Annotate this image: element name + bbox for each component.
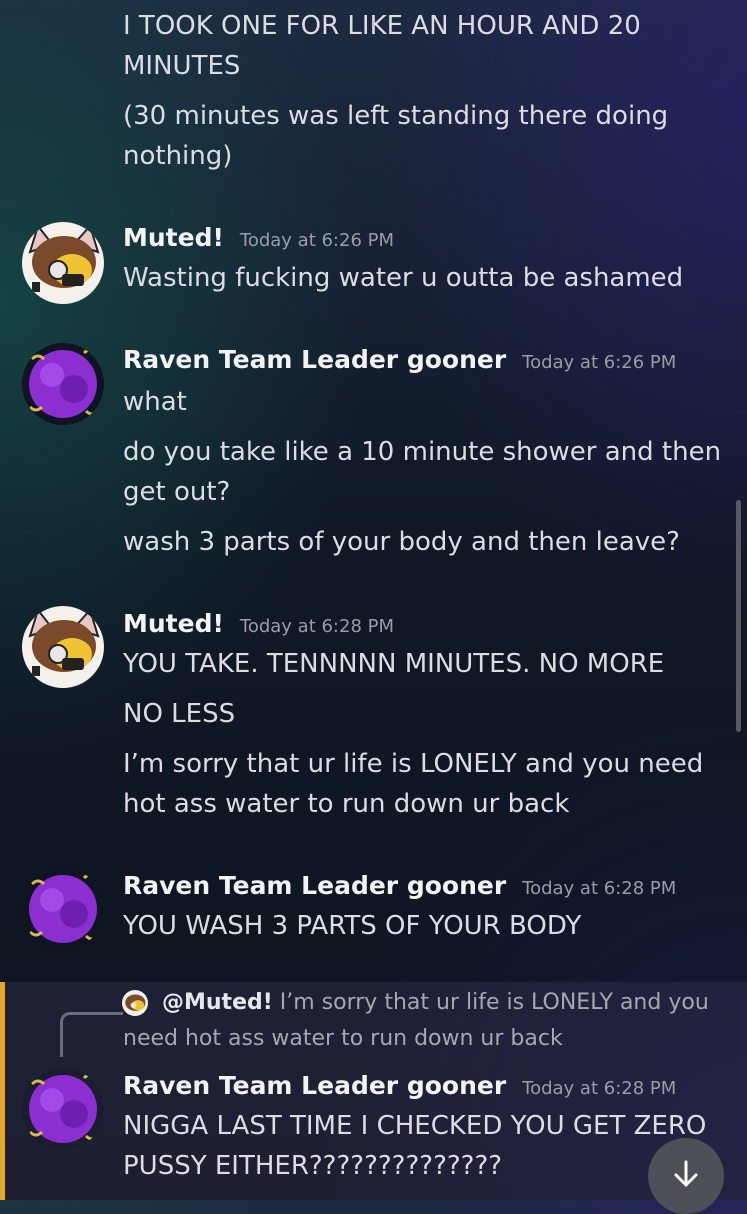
message-text: I TOOK ONE FOR LIKE AN HOUR AND 20 (123, 11, 641, 41)
timestamp: Today at 6:26 PM (522, 352, 677, 373)
message-text: what (123, 387, 187, 417)
purple-raven-avatar-icon[interactable] (22, 1068, 104, 1150)
message-text: nothing) (123, 141, 233, 171)
username[interactable]: Raven Team Leader gooner (123, 340, 506, 380)
timestamp: Today at 6:28 PM (522, 878, 677, 899)
message-text: I’m sorry that ur life is LONELY and you… (123, 749, 704, 779)
message-text: do you take like a 10 minute shower and … (123, 437, 722, 467)
jump-to-present-button[interactable] (648, 1138, 724, 1214)
message-header: Raven Team Leader gooner Today at 6:26 P… (123, 340, 676, 380)
cat-avatar-icon[interactable] (22, 606, 104, 688)
message-text: wash 3 parts of your body and then leave… (123, 527, 680, 557)
scrollbar-thumb[interactable] (736, 500, 741, 732)
timestamp: Today at 6:26 PM (239, 230, 395, 251)
chat-message-list[interactable]: I TOOK ONE FOR LIKE AN HOUR AND 20 MINUT… (0, 0, 747, 1214)
message-header: Muted! Today at 6:26 PM (123, 218, 394, 258)
username[interactable]: Raven Team Leader gooner (123, 866, 506, 906)
mention-highlight-bar (0, 982, 5, 1200)
message-text: NIGGA LAST TIME I CHECKED YOU GET ZERO (123, 1111, 707, 1141)
reply-text: I’m sorry that ur life is LONELY and you (279, 990, 709, 1015)
message-text: NO LESS (123, 699, 236, 729)
message-text: YOU WASH 3 PARTS OF YOUR BODY (123, 911, 582, 941)
message-text: (30 minutes was left standing there doin… (123, 101, 669, 131)
timestamp: Today at 6:28 PM (522, 1078, 677, 1099)
message-text: Wasting fucking water u outta be ashamed (123, 263, 684, 293)
purple-raven-avatar-icon[interactable] (22, 868, 104, 950)
reply-preview[interactable]: @Muted! I’m sorry that ur life is LONELY… (162, 986, 747, 1020)
cat-avatar-icon[interactable] (22, 222, 104, 304)
message-text: get out? (123, 477, 231, 507)
message-text: PUSSY EITHER?????????????? (123, 1151, 503, 1181)
username[interactable]: Raven Team Leader gooner (123, 1066, 506, 1106)
reply-mention[interactable]: @Muted! (162, 990, 273, 1015)
message-header: Raven Team Leader gooner Today at 6:28 P… (123, 866, 676, 906)
message-header: Muted! Today at 6:28 PM (123, 604, 394, 644)
purple-raven-avatar-icon[interactable] (22, 343, 104, 425)
timestamp: Today at 6:28 PM (239, 616, 395, 637)
message-text: hot ass water to run down ur back (123, 789, 570, 819)
reply-text[interactable]: need hot ass water to run down ur back (123, 1022, 733, 1056)
reply-spine (60, 1012, 123, 1057)
message-text: MINUTES (123, 51, 241, 81)
message-text: YOU TAKE. TENNNNN MINUTES. NO MORE (123, 649, 665, 679)
cat-avatar-icon[interactable] (122, 990, 148, 1016)
arrow-down-icon (669, 1157, 703, 1195)
username[interactable]: Muted! (123, 604, 224, 644)
username[interactable]: Muted! (123, 218, 224, 258)
message-header: Raven Team Leader gooner Today at 6:28 P… (123, 1066, 676, 1106)
